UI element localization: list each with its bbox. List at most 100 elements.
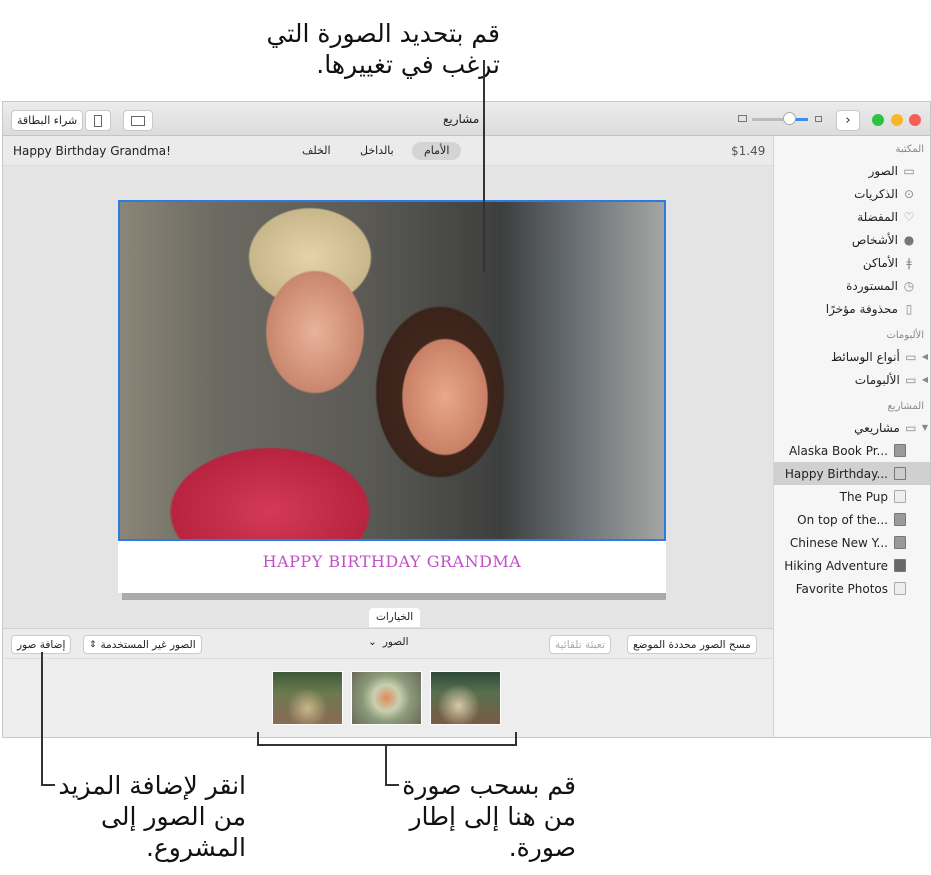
- sidebar-item-photos[interactable]: ▭ الصور: [774, 159, 930, 182]
- card-icon: [94, 114, 102, 127]
- callout-bracket: [257, 732, 259, 746]
- callout-bracket: [515, 732, 517, 746]
- heart-icon: ♡: [903, 209, 915, 224]
- sidebar-project[interactable]: Favorite Photos: [774, 577, 930, 600]
- slideshow-icon: [894, 559, 906, 572]
- tab-back[interactable]: الخلف: [302, 144, 331, 157]
- photos-icon: ▭: [903, 163, 915, 178]
- card-icon: [894, 467, 906, 480]
- sidebar-item-label: أنواع الوسائط: [831, 349, 900, 364]
- tray-photo[interactable]: [272, 671, 343, 725]
- layout-icon: [131, 115, 145, 126]
- sidebar-item-label: The Pup: [839, 489, 888, 504]
- pin-icon: ǂ: [906, 255, 912, 270]
- callout-line: انقر لإضافة المزيد: [58, 771, 246, 800]
- layout-button[interactable]: [123, 110, 153, 131]
- toolbar: شراء البطاقة مشاريع ›: [3, 102, 930, 136]
- callout-add-photos: انقر لإضافة المزيد من الصور إلى المشروع.: [40, 770, 246, 863]
- zoom-slider[interactable]: [738, 112, 828, 126]
- sidebar-item-people[interactable]: ● الأشخاص: [774, 228, 930, 251]
- window-title: مشاريع: [443, 112, 480, 126]
- photo-frame[interactable]: [118, 200, 666, 541]
- sidebar-item-label: محذوفة مؤخرًا: [825, 301, 898, 316]
- book-icon: [894, 536, 906, 549]
- sidebar-project[interactable]: The Pup: [774, 485, 930, 508]
- folder-icon: ▭: [905, 349, 917, 364]
- sidebar-item-favorites[interactable]: ♡ المفضلة: [774, 205, 930, 228]
- tray-photo[interactable]: [351, 671, 422, 725]
- sidebar-item-places[interactable]: ǂ الأماكن: [774, 251, 930, 274]
- options-tab[interactable]: الخيارات: [369, 608, 421, 627]
- callout-pointer: [483, 60, 485, 272]
- slider-thumb[interactable]: [783, 112, 796, 125]
- callout-bracket: [257, 744, 517, 746]
- callout-line: المشروع.: [145, 833, 246, 862]
- callout-pointer: [41, 652, 43, 785]
- card-caption[interactable]: HAPPY BIRTHDAY GRANDMA: [118, 552, 666, 571]
- card-canvas: HAPPY BIRTHDAY GRANDMA الخيارات: [3, 166, 773, 628]
- clear-placed-photos-button[interactable]: مسح الصور محددة الموضع: [627, 635, 757, 654]
- chevron-right-icon: ›: [845, 113, 851, 128]
- sidebar-item-label: الذكريات: [854, 186, 898, 201]
- updown-chevron-icon: ⇕: [89, 639, 97, 650]
- trash-icon: ▯: [905, 301, 913, 316]
- folder-icon: ▭: [905, 372, 917, 387]
- sidebar-project[interactable]: Alaska Book Pr...: [774, 439, 930, 462]
- clock-icon: ◷: [903, 278, 915, 293]
- card-view-button[interactable]: [85, 110, 111, 131]
- library-header: المكتبة: [895, 144, 924, 155]
- person-icon: ●: [903, 232, 915, 247]
- sidebar-item-label: الأماكن: [862, 255, 898, 270]
- autofill-button: تعبئة تلقائية: [549, 635, 611, 654]
- sidebar-item-label: Alaska Book Pr...: [788, 443, 888, 458]
- photo-tray: [3, 659, 773, 737]
- disclosure-triangle-icon[interactable]: ▼: [922, 423, 928, 432]
- minimize-window-button[interactable]: [891, 114, 903, 126]
- buy-card-button[interactable]: شراء البطاقة: [11, 110, 84, 131]
- sidebar-item-albums[interactable]: ◀ ▭ الألبومات: [774, 368, 930, 391]
- unused-photos-label: الصور غير المستخدمة: [100, 638, 196, 651]
- calendar-icon: [894, 582, 906, 595]
- disclosure-triangle-icon[interactable]: ◀: [922, 352, 928, 361]
- calendar-icon: [894, 490, 906, 503]
- projects-header: المشاريع: [887, 401, 924, 412]
- sidebar-item-label: Chinese New Y...: [789, 535, 888, 550]
- sidebar-item-label: الصور: [868, 163, 898, 178]
- tab-front[interactable]: الأمام: [412, 142, 462, 160]
- tray-photo[interactable]: [430, 671, 501, 725]
- sidebar-item-label: الأشخاص: [851, 232, 898, 247]
- chevron-down-icon: ⌄: [368, 636, 377, 648]
- sidebar-item-my-projects[interactable]: ▼ ▭ مشاريعي: [774, 416, 930, 439]
- project-header: Happy Birthday Grandma! الأمام بالداخل ا…: [3, 136, 773, 166]
- card: HAPPY BIRTHDAY GRANDMA: [118, 200, 666, 593]
- sidebar-item-recently-deleted[interactable]: ▯ محذوفة مؤخرًا: [774, 297, 930, 320]
- callout-line: من هنا إلى إطار: [409, 802, 576, 831]
- sidebar-item-label: الألبومات: [854, 372, 900, 387]
- sidebar-item-label: Hiking Adventure: [784, 558, 888, 573]
- project-name: Happy Birthday Grandma!: [13, 144, 171, 158]
- photos-menu[interactable]: الصور ⌄: [368, 636, 409, 648]
- folder-icon: ▭: [905, 420, 917, 435]
- close-window-button[interactable]: [909, 114, 921, 126]
- unused-photos-popup[interactable]: الصور غير المستخدمة ⇕: [83, 635, 202, 654]
- sidebar-item-label: المستوردة: [846, 278, 898, 293]
- sidebar-project[interactable]: Happy Birthday...: [774, 462, 930, 485]
- callout-line: من الصور إلى: [101, 802, 246, 831]
- tab-inside[interactable]: بالداخل: [360, 144, 394, 157]
- photos-window: شراء البطاقة مشاريع › Happy Birthday Gra…: [2, 101, 931, 738]
- disclosure-triangle-icon[interactable]: ◀: [922, 375, 928, 384]
- sidebar-item-imports[interactable]: ◷ المستوردة: [774, 274, 930, 297]
- forward-button[interactable]: ›: [836, 110, 860, 131]
- sidebar-item-media-types[interactable]: ◀ ▭ أنواع الوسائط: [774, 345, 930, 368]
- book-icon: [894, 444, 906, 457]
- sidebar-project[interactable]: Chinese New Y...: [774, 531, 930, 554]
- photo-tray-toolbar: إضافة صور الصور غير المستخدمة ⇕ الصور ⌄ تع…: [3, 628, 773, 659]
- albums-header: الألبومات: [886, 330, 924, 341]
- sidebar-project[interactable]: On top of the...: [774, 508, 930, 531]
- sidebar-project[interactable]: Hiking Adventure: [774, 554, 930, 577]
- large-photo-icon: [815, 116, 822, 122]
- sidebar-item-memories[interactable]: ⊙ الذكريات: [774, 182, 930, 205]
- memories-icon: ⊙: [903, 186, 915, 201]
- zoom-window-button[interactable]: [872, 114, 884, 126]
- sidebar: المكتبة ▭ الصور ⊙ الذكريات ♡ المفضلة ● الأشخ…: [773, 136, 930, 737]
